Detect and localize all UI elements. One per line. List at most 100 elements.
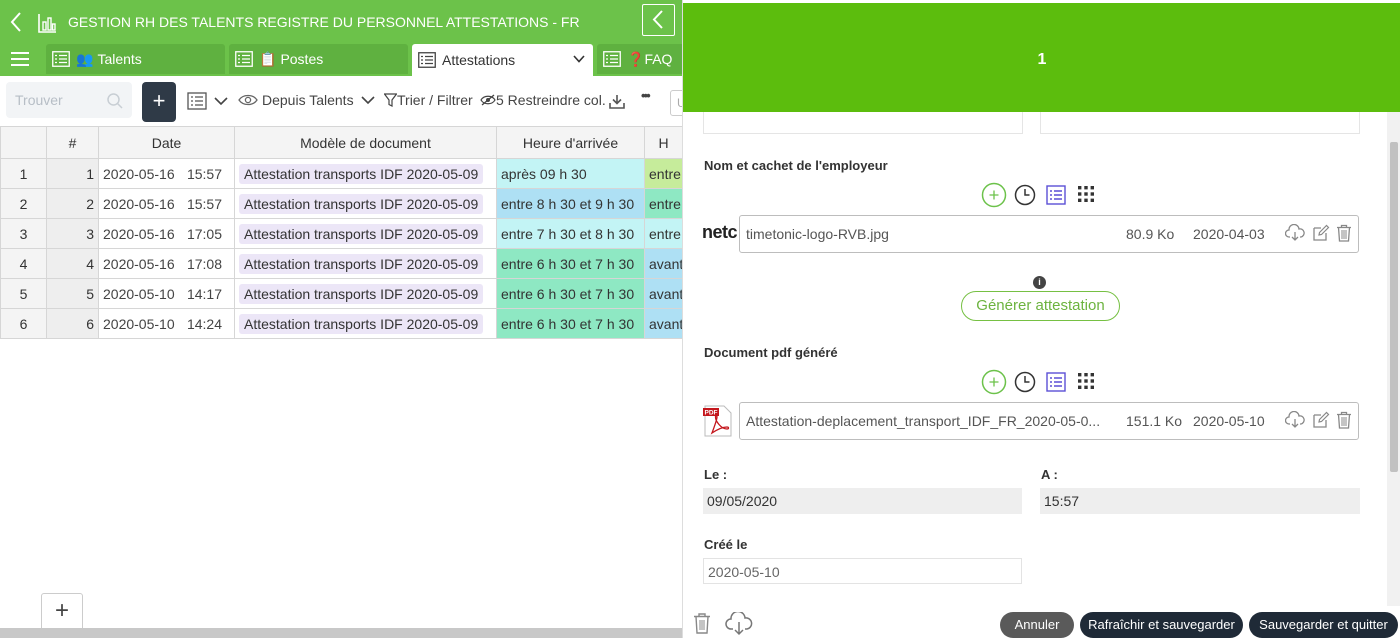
generate-attestation-button[interactable]: Générer attestation bbox=[961, 291, 1120, 321]
row-number-cell[interactable]: 6 bbox=[0, 308, 47, 339]
truncated-cell[interactable]: entre bbox=[644, 188, 682, 219]
row-number-cell[interactable]: 4 bbox=[0, 248, 47, 279]
table-row[interactable]: 1 1 2020-05-16 15:57 Attestation transports … bbox=[0, 158, 682, 189]
document-model-cell[interactable]: Attestation transports IDF 2020-05-09 bbox=[234, 308, 497, 339]
column-header-truncated[interactable]: H bbox=[644, 126, 682, 159]
table-row[interactable]: 4 4 2020-05-16 17:08 Attestation transports … bbox=[0, 248, 682, 279]
column-header-document-model[interactable]: Modèle de document bbox=[234, 126, 497, 159]
date-cell[interactable]: 2020-05-16 17:08 bbox=[98, 248, 235, 279]
row-number-cell[interactable]: 2 bbox=[0, 188, 47, 219]
column-header-arrival-time[interactable]: Heure d'arrivée bbox=[496, 126, 645, 159]
cancel-button[interactable]: Annuler bbox=[1000, 612, 1074, 638]
export-button[interactable] bbox=[608, 94, 626, 110]
document-model-cell[interactable]: Attestation transports IDF 2020-05-09 bbox=[234, 248, 497, 279]
column-header-index[interactable]: # bbox=[46, 126, 99, 159]
tab-talents[interactable]: 👥 Talents bbox=[46, 44, 225, 74]
le-field-value[interactable]: 09/05/2020 bbox=[703, 488, 1022, 514]
scrollbar-thumb[interactable] bbox=[1390, 142, 1398, 472]
truncated-cell[interactable]: avant bbox=[644, 278, 682, 309]
index-cell[interactable]: 3 bbox=[46, 218, 99, 249]
arrival-time-cell[interactable]: entre 6 h 30 et 7 h 30 bbox=[496, 308, 645, 339]
date-cell[interactable]: 2020-05-10 14:24 bbox=[98, 308, 235, 339]
from-talents-filter[interactable]: Depuis Talents bbox=[238, 92, 376, 108]
index-cell[interactable]: 4 bbox=[46, 248, 99, 279]
index-cell[interactable]: 1 bbox=[46, 158, 99, 189]
collapse-panel-button[interactable] bbox=[642, 4, 675, 36]
info-icon[interactable]: i bbox=[1033, 276, 1046, 289]
date-cell[interactable]: 2020-05-16 17:05 bbox=[98, 218, 235, 249]
sort-filter-button[interactable]: Trier / Filtrer bbox=[384, 92, 473, 108]
history-clock-icon[interactable] bbox=[1014, 371, 1036, 393]
truncated-toolbar-field[interactable]: U bbox=[670, 90, 682, 116]
document-model-cell[interactable]: Attestation transports IDF 2020-05-09 bbox=[234, 158, 497, 189]
table-row[interactable]: 6 6 2020-05-10 14:24 Attestation transports … bbox=[0, 308, 682, 339]
date-cell[interactable]: 2020-05-16 15:57 bbox=[98, 188, 235, 219]
list-view-icon[interactable] bbox=[1046, 185, 1066, 205]
arrival-time-cell[interactable]: entre 8 h 30 et 9 h 30 bbox=[496, 188, 645, 219]
linked-record-tag[interactable]: Attestation transports IDF 2020-05-09 bbox=[239, 283, 484, 304]
view-selector[interactable] bbox=[187, 92, 229, 110]
tab-postes[interactable]: 📋 Postes bbox=[229, 44, 408, 74]
cloud-download-icon[interactable] bbox=[1285, 411, 1305, 429]
panel-vertical-scrollbar[interactable] bbox=[1387, 112, 1400, 606]
arrival-time-cell[interactable]: entre 7 h 30 et 8 h 30 bbox=[496, 218, 645, 249]
arrival-time-cell[interactable]: entre 6 h 30 et 7 h 30 bbox=[496, 278, 645, 309]
cloud-download-icon[interactable] bbox=[1285, 224, 1305, 242]
grid-view-icon[interactable] bbox=[1077, 372, 1095, 390]
linked-record-tag[interactable]: Attestation transports IDF 2020-05-09 bbox=[239, 193, 484, 214]
search-input[interactable]: Trouver bbox=[6, 82, 132, 118]
refresh-save-button[interactable]: Rafraîchir et sauvegarder bbox=[1080, 612, 1243, 638]
trash-icon[interactable] bbox=[1336, 411, 1352, 429]
arrival-time-cell[interactable]: entre 6 h 30 et 7 h 30 bbox=[496, 248, 645, 279]
more-options-button[interactable]: ••• bbox=[641, 88, 651, 103]
add-row-button[interactable]: + bbox=[41, 593, 83, 631]
list-view-icon[interactable] bbox=[1046, 372, 1066, 392]
table-row[interactable]: 3 3 2020-05-16 17:05 Attestation transports … bbox=[0, 218, 682, 249]
document-model-cell[interactable]: Attestation transports IDF 2020-05-09 bbox=[234, 218, 497, 249]
pdf-file-icon[interactable]: PDF bbox=[703, 405, 733, 437]
trash-icon[interactable] bbox=[1336, 224, 1352, 242]
chevron-down-icon[interactable] bbox=[573, 55, 585, 63]
employer-logo-thumbnail[interactable]: netc bbox=[702, 222, 738, 243]
date-cell[interactable]: 2020-05-10 14:17 bbox=[98, 278, 235, 309]
row-number-cell[interactable]: 5 bbox=[0, 278, 47, 309]
table-row[interactable]: 2 2 2020-05-16 15:57 Attestation transports … bbox=[0, 188, 682, 219]
pdf-file-item[interactable]: Attestation-deplacement_transport_IDF_FR… bbox=[739, 402, 1359, 440]
arrival-time-cell[interactable]: après 09 h 30 bbox=[496, 158, 645, 189]
history-clock-icon[interactable] bbox=[1014, 184, 1036, 206]
restrict-columns-button[interactable]: 5 Restreindre col. bbox=[480, 92, 606, 108]
index-cell[interactable]: 6 bbox=[46, 308, 99, 339]
hamburger-menu-icon[interactable] bbox=[11, 52, 29, 66]
truncated-cell[interactable]: entre bbox=[644, 218, 682, 249]
tab-attestations[interactable]: Attestations bbox=[412, 44, 593, 76]
truncated-cell[interactable]: avant bbox=[644, 248, 682, 279]
linked-record-tag[interactable]: Attestation transports IDF 2020-05-09 bbox=[239, 163, 484, 184]
index-cell[interactable]: 2 bbox=[46, 188, 99, 219]
save-quit-button[interactable]: Sauvegarder et quitter bbox=[1249, 612, 1398, 638]
add-file-icon[interactable] bbox=[981, 182, 1007, 208]
edit-icon[interactable] bbox=[1312, 224, 1330, 242]
horizontal-scrollbar[interactable] bbox=[0, 628, 682, 638]
date-cell[interactable]: 2020-05-16 15:57 bbox=[98, 158, 235, 189]
truncated-cell[interactable]: entre bbox=[644, 158, 682, 189]
linked-record-tag[interactable]: Attestation transports IDF 2020-05-09 bbox=[239, 253, 484, 274]
column-header-date[interactable]: Date bbox=[98, 126, 235, 159]
row-number-cell[interactable]: 3 bbox=[0, 218, 47, 249]
document-model-cell[interactable]: Attestation transports IDF 2020-05-09 bbox=[234, 188, 497, 219]
tab-faq[interactable]: ❓ FAQ bbox=[597, 44, 682, 74]
linked-record-tag[interactable]: Attestation transports IDF 2020-05-09 bbox=[239, 223, 484, 244]
add-record-button[interactable]: + bbox=[142, 82, 176, 122]
delete-record-icon[interactable] bbox=[693, 612, 711, 634]
truncated-cell[interactable]: avant bbox=[644, 308, 682, 339]
index-cell[interactable]: 5 bbox=[46, 278, 99, 309]
linked-record-tag[interactable]: Attestation transports IDF 2020-05-09 bbox=[239, 313, 484, 334]
back-chevron-icon[interactable] bbox=[8, 10, 24, 34]
table-row[interactable]: 5 5 2020-05-10 14:17 Attestation transports … bbox=[0, 278, 682, 309]
add-file-icon[interactable] bbox=[981, 369, 1007, 395]
edit-icon[interactable] bbox=[1312, 411, 1330, 429]
a-field-value[interactable]: 15:57 bbox=[1040, 488, 1360, 514]
row-number-cell[interactable]: 1 bbox=[0, 158, 47, 189]
grid-view-icon[interactable] bbox=[1077, 185, 1095, 203]
cloud-download-icon[interactable] bbox=[725, 612, 753, 636]
employer-file-item[interactable]: timetonic-logo-RVB.jpg 80.9 Ko 2020-04-0… bbox=[739, 215, 1359, 253]
